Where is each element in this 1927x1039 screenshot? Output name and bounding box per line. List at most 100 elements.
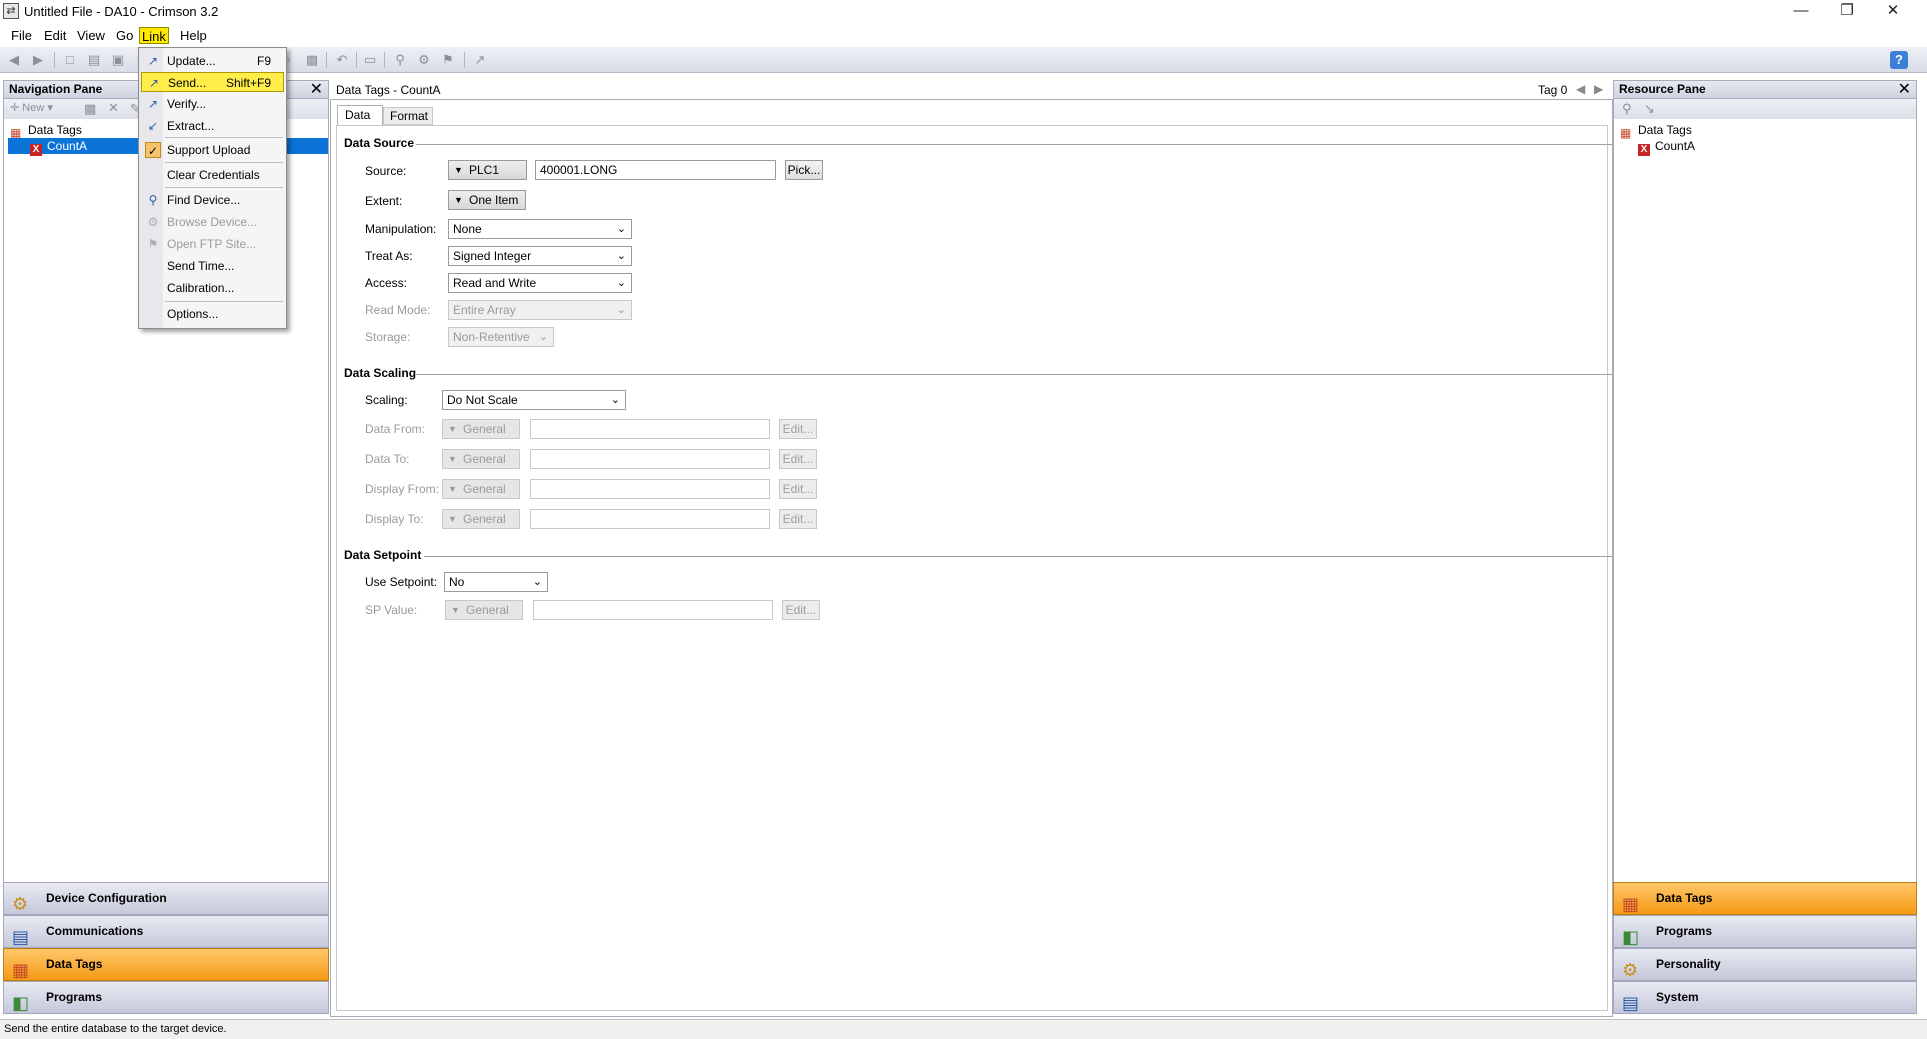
ftp-icon[interactable]: ⚑ xyxy=(440,52,456,68)
extract-icon: ↙ xyxy=(147,119,159,133)
resource-tree-root-data-tags[interactable]: ▦ Data Tags xyxy=(1620,122,1692,140)
checkmark-icon: ✓ xyxy=(145,142,161,158)
resource-toolbar: ⚲ ↘ xyxy=(1613,99,1917,119)
data-from-field xyxy=(530,419,770,439)
tree-root-data-tags[interactable]: ▦ Data Tags xyxy=(10,122,82,140)
print-icon[interactable]: ▩ xyxy=(304,52,320,68)
resource-category-programs[interactable]: ◧ Programs xyxy=(1613,915,1917,948)
new-file-icon[interactable]: □ xyxy=(62,52,78,68)
app-icon[interactable]: ⇄ xyxy=(3,3,19,19)
category-device-configuration[interactable]: ⚙ Device Configuration xyxy=(3,882,329,915)
menu-item-verify[interactable]: ↗ Verify... xyxy=(141,94,284,114)
tag-error-icon: X xyxy=(30,144,42,156)
category-programs[interactable]: ◧ Programs xyxy=(3,981,329,1014)
menu-edit[interactable]: Edit xyxy=(42,27,68,44)
copy-icon[interactable]: ▩ xyxy=(84,101,96,117)
previous-tag-icon[interactable]: ◀ xyxy=(1576,82,1585,96)
forward-icon[interactable]: ▶ xyxy=(30,52,46,68)
close-pane-icon[interactable]: ✕ xyxy=(1898,81,1911,98)
source-address-field[interactable]: 400001.LONG xyxy=(535,160,776,180)
use-setpoint-select[interactable]: No ⌄ xyxy=(444,572,548,592)
menu-item-send-time[interactable]: Send Time... xyxy=(141,256,284,276)
new-item-button[interactable]: ✛ New ▾ xyxy=(10,101,53,114)
category-communications[interactable]: ▤ Communications xyxy=(3,915,329,948)
tab-format[interactable]: Format xyxy=(383,107,433,125)
resource-category-personality[interactable]: ⚙ Personality xyxy=(1613,948,1917,981)
menu-file[interactable]: File xyxy=(9,27,34,44)
gear-icon: ⚙ xyxy=(1622,960,1639,980)
sp-value-field xyxy=(533,600,773,620)
close-icon[interactable]: ✕ xyxy=(1870,0,1916,24)
menu-item-shortcut: Shift+F9 xyxy=(226,76,272,90)
menu-separator xyxy=(165,187,283,188)
display-from-type: General xyxy=(463,482,506,496)
screen-icon[interactable]: ▭ xyxy=(362,52,378,68)
data-to-type-dropdown: ▼ General xyxy=(442,449,520,469)
help-icon[interactable]: ? xyxy=(1890,51,1908,69)
find-device-icon[interactable]: ⚲ xyxy=(392,52,408,68)
data-to-edit-button: Edit... xyxy=(779,449,817,469)
category-data-tags[interactable]: ▦ Data Tags xyxy=(3,948,329,981)
menu-item-clear-credentials[interactable]: Clear Credentials xyxy=(141,165,284,185)
update-icon: ↗ xyxy=(147,54,159,68)
next-tag-icon[interactable]: ▶ xyxy=(1594,82,1603,96)
category-label: Device Configuration xyxy=(46,891,167,905)
resource-tree-item-counta[interactable]: X CountA xyxy=(1638,138,1695,156)
new-item-label: New xyxy=(22,102,45,114)
network-icon: ▤ xyxy=(12,927,30,947)
menu-item-label: Send Time... xyxy=(167,259,235,273)
menu-item-support-upload[interactable]: ✓ Support Upload xyxy=(141,140,284,160)
resource-category-system[interactable]: ▤ System xyxy=(1613,981,1917,1014)
search-icon[interactable]: ⚲ xyxy=(1622,101,1632,117)
menu-item-update[interactable]: ↗ Update... F9 xyxy=(141,51,284,71)
link-icon[interactable]: ↗ xyxy=(472,52,488,68)
ftp-icon: ⚑ xyxy=(147,237,159,251)
display-to-edit-button: Edit... xyxy=(779,509,817,529)
browse-icon[interactable]: ⚙ xyxy=(416,52,432,68)
menu-help[interactable]: Help xyxy=(178,27,209,44)
menu-go[interactable]: Go xyxy=(114,27,135,44)
manipulation-label: Manipulation: xyxy=(365,222,437,236)
scaling-select[interactable]: Do Not Scale ⌄ xyxy=(442,390,626,410)
source-device-dropdown[interactable]: ▼ PLC1 xyxy=(448,160,527,180)
display-to-type-dropdown: ▼ General xyxy=(442,509,520,529)
resource-category-data-tags[interactable]: ▦ Data Tags xyxy=(1613,882,1917,915)
access-value: Read and Write xyxy=(453,276,537,290)
chevron-down-icon: ⌄ xyxy=(532,576,542,588)
menu-item-calibration[interactable]: Calibration... xyxy=(141,278,284,298)
minimize-icon[interactable]: — xyxy=(1778,0,1824,24)
access-select[interactable]: Read and Write ⌄ xyxy=(448,273,632,293)
toolbar-separator xyxy=(464,52,465,68)
back-icon[interactable]: ◀ xyxy=(6,52,22,68)
treat-as-select[interactable]: Signed Integer ⌄ xyxy=(448,246,632,266)
menu-link[interactable]: Link xyxy=(139,27,169,44)
menu-item-extract[interactable]: ↙ Extract... xyxy=(141,116,284,136)
pick-button[interactable]: Pick... xyxy=(785,160,823,180)
tab-data[interactable]: Data xyxy=(337,105,383,125)
tag-error-icon: X xyxy=(1638,144,1650,156)
sp-type: General xyxy=(466,603,509,617)
save-icon[interactable]: ▣ xyxy=(110,52,126,68)
menu-item-options[interactable]: Options... xyxy=(141,304,284,324)
menu-item-label: Options... xyxy=(167,307,219,321)
open-file-icon[interactable]: ▤ xyxy=(86,52,102,68)
undo-icon[interactable]: ↶ xyxy=(334,52,350,68)
chevron-down-icon: ▼ xyxy=(448,484,457,494)
close-pane-icon[interactable]: ✕ xyxy=(310,81,323,98)
menu-item-label: Extract... xyxy=(167,119,215,133)
delete-icon[interactable]: ✕ xyxy=(108,100,119,116)
expand-icon[interactable]: ↘ xyxy=(1644,101,1655,117)
data-from-label: Data From: xyxy=(365,422,426,436)
restore-icon[interactable]: ❐ xyxy=(1824,0,1870,24)
extent-dropdown[interactable]: ▼ One Item xyxy=(448,190,526,210)
menu-view[interactable]: View xyxy=(75,27,107,44)
menu-item-label: Update... xyxy=(167,54,216,68)
menu-item-find-device[interactable]: ⚲ Find Device... xyxy=(141,190,284,210)
verify-icon: ↗ xyxy=(147,97,159,111)
manipulation-select[interactable]: None ⌄ xyxy=(448,219,632,239)
gear-icon: ⚙ xyxy=(12,894,29,914)
menu-item-send[interactable]: ↗ Send... Shift+F9 xyxy=(141,72,284,92)
data-from-type-dropdown: ▼ General xyxy=(442,419,520,439)
menu-item-open-ftp-site: ⚑ Open FTP Site... xyxy=(141,234,284,254)
display-from-label: Display From: xyxy=(365,482,440,496)
